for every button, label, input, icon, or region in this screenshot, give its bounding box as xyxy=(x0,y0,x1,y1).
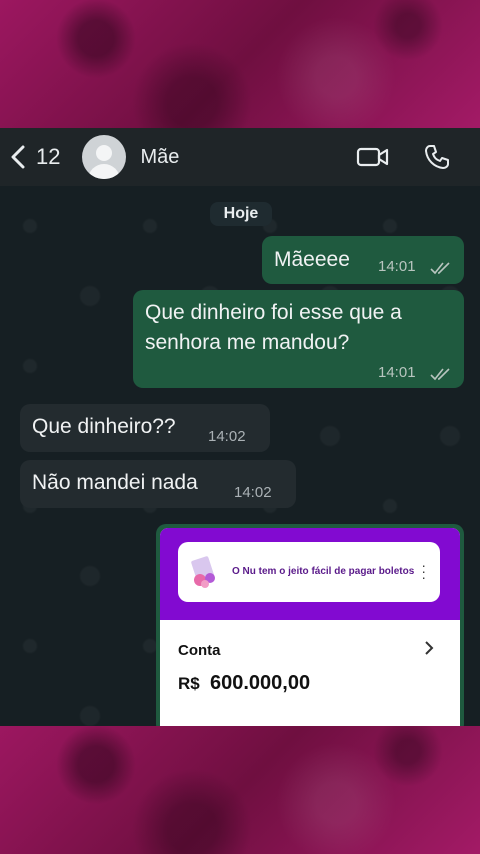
avatar-body xyxy=(88,164,121,179)
more-options-icon: · · · xyxy=(421,557,426,585)
chevron-left-icon xyxy=(11,145,25,169)
decorative-background-bottom xyxy=(0,726,480,854)
image-message-outgoing[interactable]: O Nu tem o jeito fácil de pagar boletos … xyxy=(156,524,464,726)
bank-header: O Nu tem o jeito fácil de pagar boletos … xyxy=(160,528,460,620)
promo-banner: O Nu tem o jeito fácil de pagar boletos … xyxy=(178,542,440,602)
bank-screenshot: O Nu tem o jeito fácil de pagar boletos … xyxy=(160,528,460,726)
chat-header: 12 Mãe xyxy=(0,128,480,186)
message-text: Mãeeee xyxy=(274,248,350,271)
message-time: 14:02 xyxy=(208,428,246,445)
double-check-icon xyxy=(430,262,450,275)
message-bubble-outgoing[interactable]: Que dinheiro foi esse que a senhora me m… xyxy=(133,290,464,388)
message-text-line-1: Que dinheiro foi esse que a xyxy=(145,301,402,324)
contact-name[interactable]: Mãe xyxy=(140,146,179,169)
boleto-illustration-icon xyxy=(191,556,215,588)
decorative-background-top xyxy=(0,0,480,128)
message-bubble-incoming[interactable]: Que dinheiro?? 14:02 xyxy=(20,404,270,452)
message-time: 14:02 xyxy=(234,484,272,501)
message-text: Que dinheiro?? xyxy=(32,415,176,438)
account-balance: 600.000,00 xyxy=(210,672,311,694)
account-label: Conta xyxy=(178,642,221,659)
double-check-icon xyxy=(430,368,450,381)
message-bubble-incoming[interactable]: Não mandei nada 14:02 xyxy=(20,460,296,508)
back-button[interactable]: 12 xyxy=(10,144,60,170)
date-separator: Hoje xyxy=(210,202,272,226)
avatar[interactable] xyxy=(82,135,127,179)
message-time: 14:01 xyxy=(378,364,416,381)
message-time: 14:01 xyxy=(378,258,416,275)
avatar-head xyxy=(96,145,113,161)
message-text-line-2: senhora me mandou? xyxy=(145,331,350,354)
currency-symbol: R$ xyxy=(178,674,200,693)
unread-count: 12 xyxy=(36,144,61,169)
chevron-right-icon xyxy=(425,641,434,655)
chat-screen: 12 Mãe Hoje Mãeeee 14:01 Que dinheiro fo… xyxy=(0,128,480,726)
message-text: Não mandei nada xyxy=(32,471,198,494)
message-bubble-outgoing[interactable]: Mãeeee 14:01 xyxy=(262,236,464,284)
phone-icon[interactable] xyxy=(420,144,454,170)
banner-text: O Nu tem o jeito fácil de pagar boletos xyxy=(232,566,415,577)
video-call-icon[interactable] xyxy=(356,144,390,170)
